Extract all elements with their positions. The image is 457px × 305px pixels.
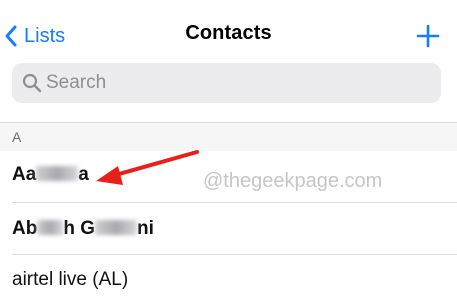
section-letter: A	[12, 129, 22, 145]
contact-name-visible-part: Aa	[12, 164, 37, 185]
plus-icon	[416, 24, 440, 48]
contact-name: Ab h G ni	[12, 218, 154, 240]
contact-name-visible-part: h G	[63, 218, 95, 239]
contact-row-2[interactable]: Ab h G ni	[0, 203, 457, 253]
contact-name-visible-part: ni	[137, 218, 154, 239]
page-title: Contacts	[185, 22, 272, 44]
contact-name: Aa a	[12, 164, 89, 186]
contact-name-visible-part: Ab	[12, 218, 38, 239]
search-icon	[22, 73, 42, 93]
redacted-text	[36, 166, 79, 181]
navigation-bar: Lists Contacts	[0, 0, 457, 62]
contact-row-3[interactable]: airtel live (AL)	[0, 255, 457, 305]
redacted-text	[37, 220, 64, 235]
contact-name-visible-part: a	[78, 164, 89, 185]
search-input[interactable]	[46, 63, 426, 103]
search-bar[interactable]	[12, 63, 441, 103]
redacted-text	[95, 220, 137, 235]
section-header-a: A	[0, 122, 457, 151]
add-contact-button[interactable]	[414, 22, 442, 50]
watermark: @thegeekpage.com	[203, 170, 383, 192]
contact-name: airtel live (AL)	[12, 269, 129, 290]
